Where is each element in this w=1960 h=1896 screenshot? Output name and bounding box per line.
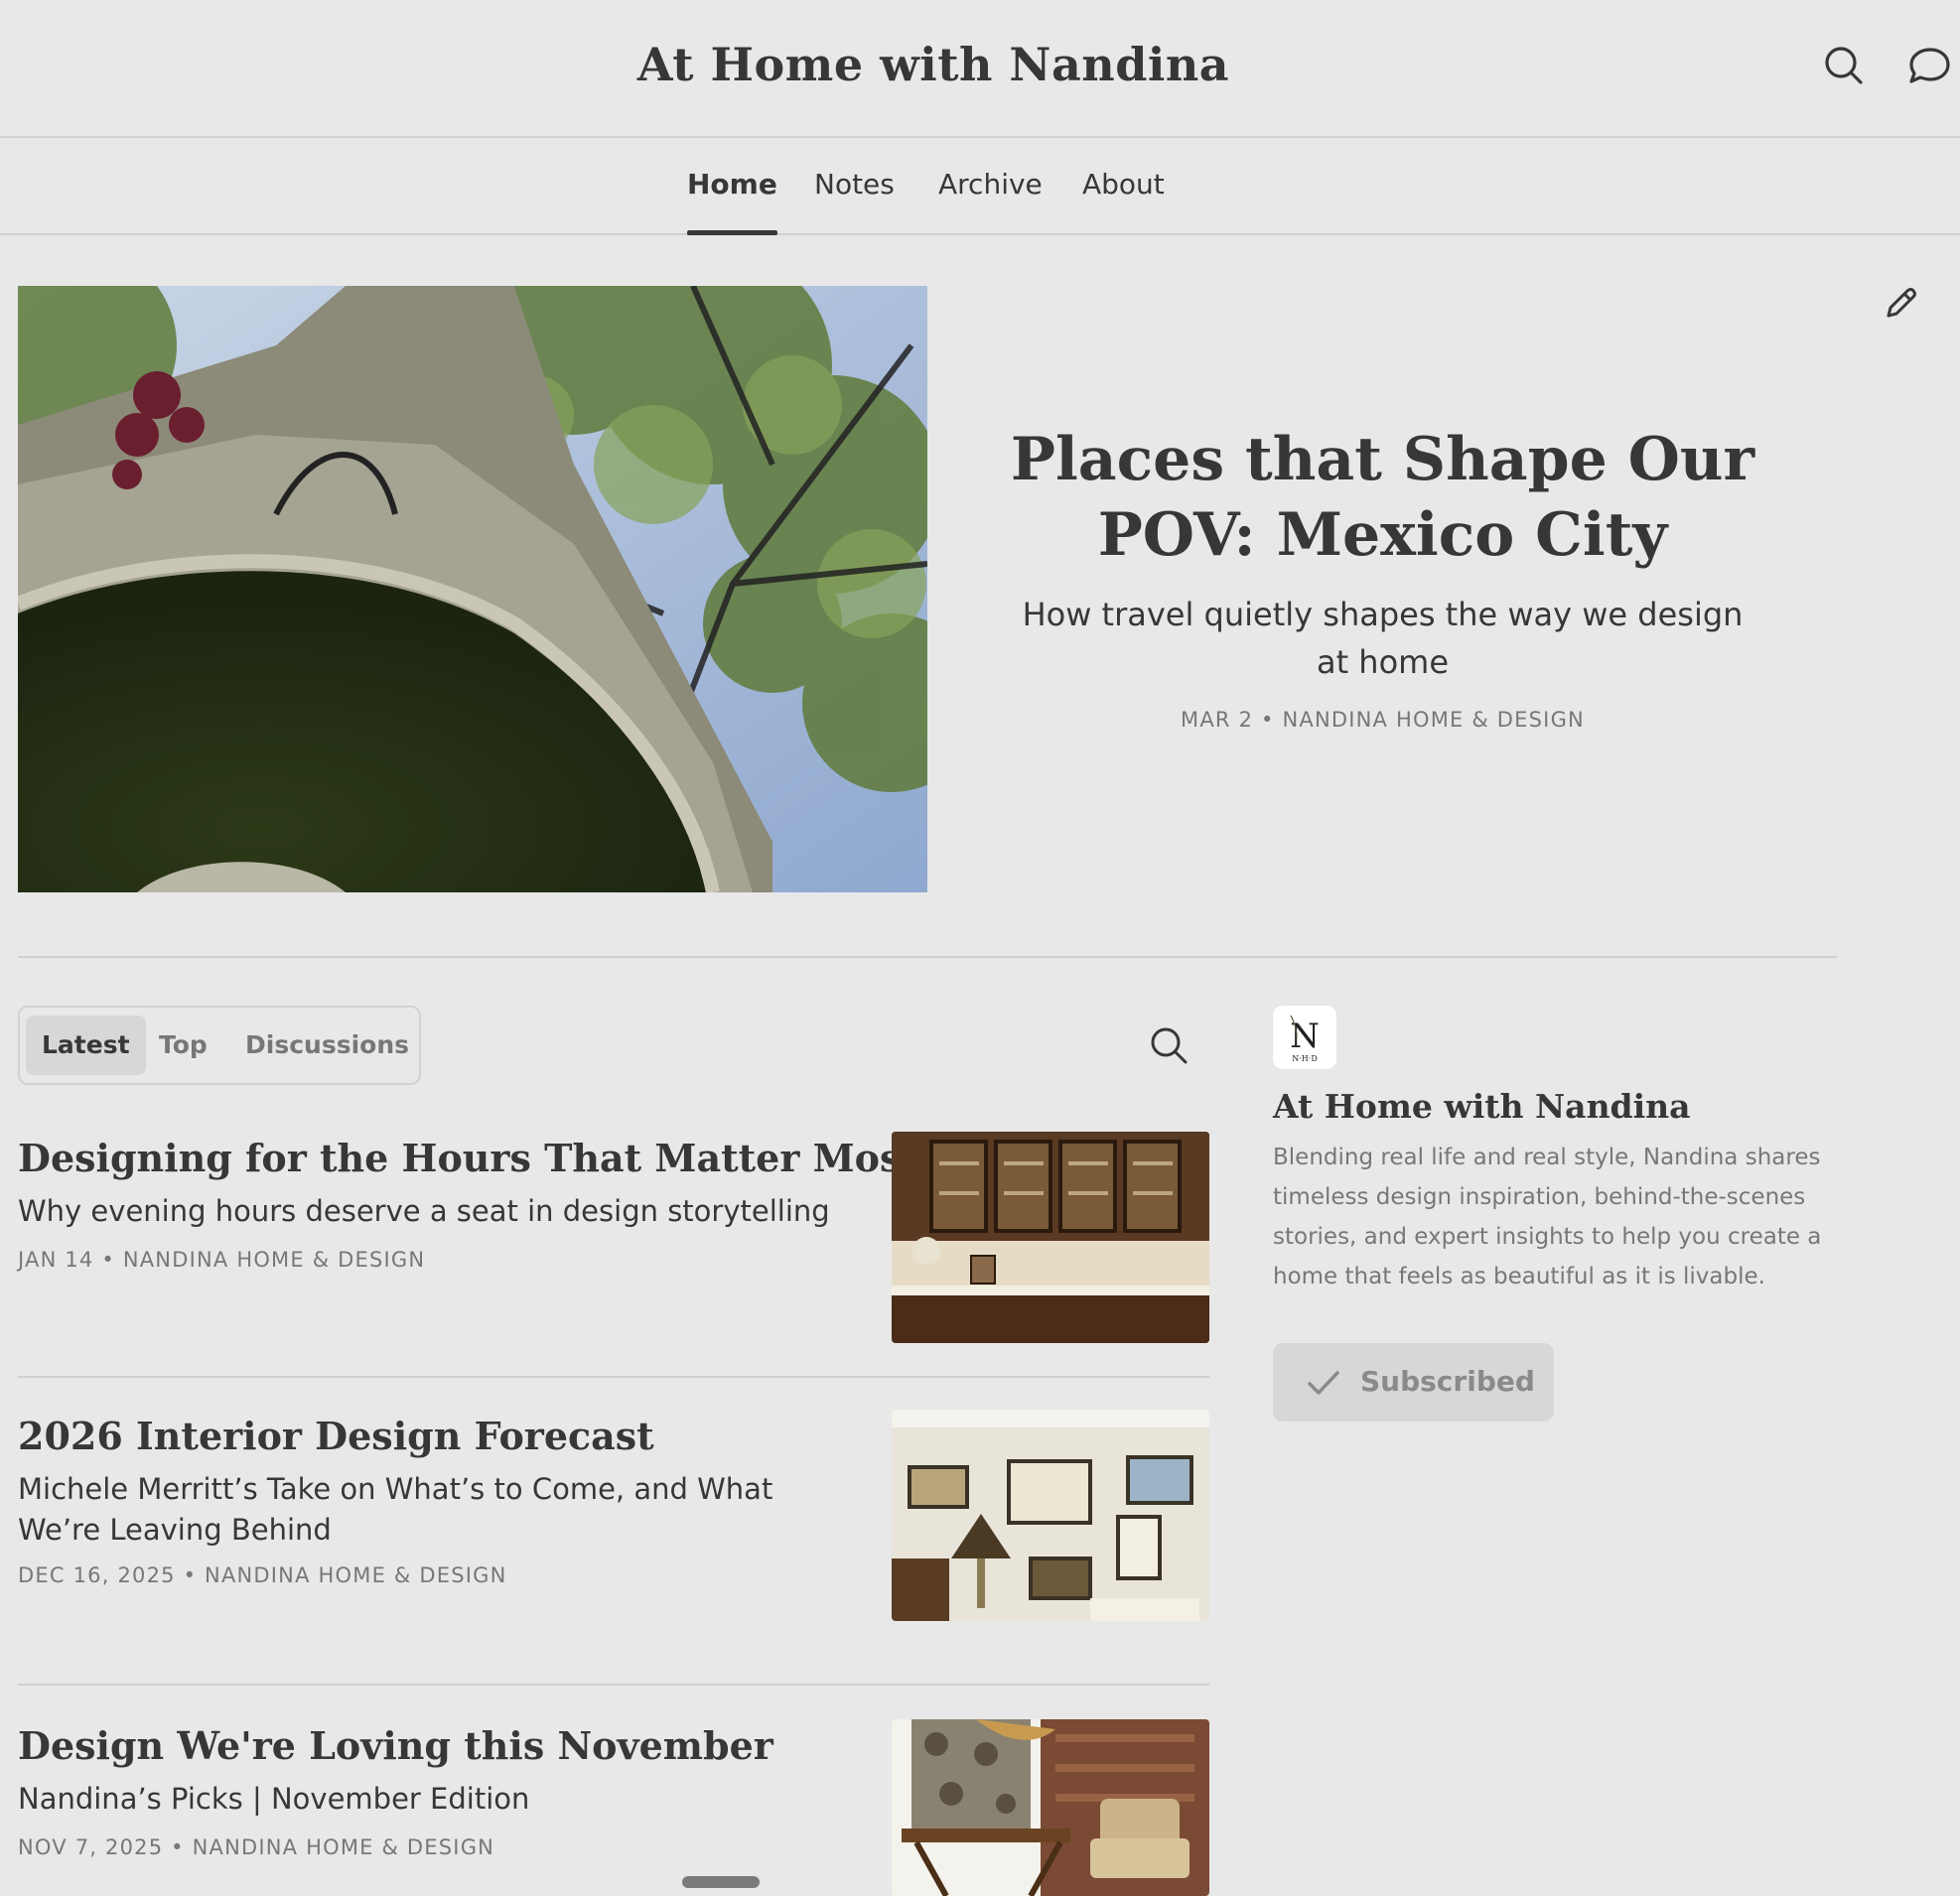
subscribed-button[interactable]: Subscribed xyxy=(1273,1343,1554,1422)
filter-tab-latest[interactable]: Latest xyxy=(26,1016,146,1075)
publication-logo[interactable]: N N·H·D xyxy=(1273,1006,1336,1069)
logo-caption: N·H·D xyxy=(1292,1054,1317,1063)
scroll-handle[interactable] xyxy=(682,1876,760,1888)
post-subtitle: Michele Merritt’s Take on What’s to Come… xyxy=(18,1472,773,1547)
subscribed-label: Subscribed xyxy=(1360,1365,1535,1398)
chat-bubble-icon[interactable] xyxy=(1906,44,1950,87)
post-thumbnail[interactable] xyxy=(892,1719,1209,1896)
tab-archive[interactable]: Archive xyxy=(938,168,1043,235)
publication-description: Blending real life and real style, Nandi… xyxy=(1273,1145,1822,1289)
publication-title[interactable]: At Home with Nandina xyxy=(1273,1087,1691,1126)
site-header: At Home with Nandina xyxy=(0,0,1960,138)
post-subtitle: Why evening hours deserve a seat in desi… xyxy=(18,1194,830,1228)
main-nav: Home Notes Archive About xyxy=(0,138,1960,235)
filter-tab-top[interactable]: Top xyxy=(143,1016,223,1075)
post-title[interactable]: 2026 Interior Design Forecast xyxy=(18,1414,654,1458)
post-item[interactable]: Design We're Loving this November Nandin… xyxy=(18,1719,1209,1896)
post-meta: DEC 16, 2025 • NANDINA HOME & DESIGN xyxy=(18,1563,507,1587)
tab-notes[interactable]: Notes xyxy=(814,168,895,235)
hero-subtitle: How travel quietly shapes the way we des… xyxy=(1022,596,1744,681)
hero-title[interactable]: Places that Shape Our POV: Mexico City xyxy=(973,422,1792,573)
checkmark-icon xyxy=(1308,1371,1339,1395)
hero-meta: MAR 2 • NANDINA HOME & DESIGN xyxy=(1181,708,1585,732)
site-title[interactable]: At Home with Nandina xyxy=(0,38,1867,91)
post-title[interactable]: Design We're Loving this November xyxy=(18,1723,773,1768)
post-divider xyxy=(18,1376,1209,1378)
search-icon[interactable] xyxy=(1148,1024,1190,1066)
section-divider xyxy=(18,956,1837,958)
hero-image[interactable] xyxy=(18,286,927,892)
post-thumbnail[interactable] xyxy=(892,1410,1209,1621)
filter-tab-discussions[interactable]: Discussions xyxy=(229,1016,425,1075)
tab-about[interactable]: About xyxy=(1082,168,1165,235)
post-thumbnail[interactable] xyxy=(892,1132,1209,1343)
post-item[interactable]: 2026 Interior Design Forecast Michele Me… xyxy=(18,1410,1209,1638)
post-filter-tabs: Latest Top Discussions xyxy=(18,1006,421,1085)
post-item[interactable]: Designing for the Hours That Matter Most… xyxy=(18,1132,1209,1350)
post-divider xyxy=(18,1684,1209,1686)
post-meta: NOV 7, 2025 • NANDINA HOME & DESIGN xyxy=(18,1835,495,1859)
post-subtitle: Nandina’s Picks | November Edition xyxy=(18,1782,530,1816)
pencil-icon[interactable] xyxy=(1881,284,1920,324)
post-meta: JAN 14 • NANDINA HOME & DESIGN xyxy=(18,1248,426,1272)
tab-home[interactable]: Home xyxy=(687,168,777,235)
search-icon[interactable] xyxy=(1822,44,1866,87)
post-title[interactable]: Designing for the Hours That Matter Most xyxy=(18,1136,918,1180)
